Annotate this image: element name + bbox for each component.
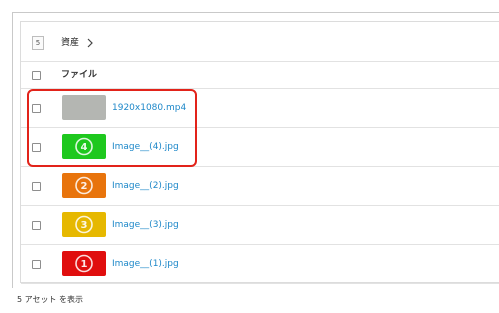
window-top-border <box>12 12 499 13</box>
window-left-border <box>12 12 13 288</box>
file-thumbnail[interactable] <box>62 95 106 120</box>
file-name-link[interactable]: Image__(4).jpg <box>112 140 179 154</box>
breadcrumb-assets-link[interactable]: 資産 <box>61 36 79 50</box>
thumbnail-number: 1 <box>81 259 88 270</box>
row-select-checkbox[interactable] <box>32 182 41 191</box>
file-name-link[interactable]: Image__(2).jpg <box>112 179 179 193</box>
asset-list-panel: 5 資産 ファイル 1920x1080.mp4 4 Image__(4).jpg 2 I… <box>20 21 499 284</box>
table-header-row: ファイル <box>21 62 499 89</box>
file-name-link[interactable]: 1920x1080.mp4 <box>112 101 186 115</box>
number-badge-icon: 1 <box>75 254 93 273</box>
file-column-header[interactable]: ファイル <box>61 69 97 82</box>
thumbnail-number: 2 <box>81 181 88 192</box>
row-select-checkbox[interactable] <box>32 260 41 269</box>
file-thumbnail[interactable]: 2 <box>62 173 106 198</box>
number-badge-icon: 4 <box>75 137 93 156</box>
row-select-checkbox[interactable] <box>32 104 41 113</box>
thumbnail-number: 4 <box>81 142 88 153</box>
asset-count-footer: 5 アセット を表示 <box>17 295 84 304</box>
table-row[interactable]: 3 Image__(3).jpg <box>21 206 499 245</box>
table-row[interactable]: 4 Image__(4).jpg <box>21 128 499 167</box>
file-name-link[interactable]: Image__(1).jpg <box>112 257 179 271</box>
file-thumbnail[interactable]: 3 <box>62 212 106 237</box>
table-row[interactable]: 1920x1080.mp4 <box>21 89 499 128</box>
file-thumbnail[interactable]: 4 <box>62 134 106 159</box>
file-name-link[interactable]: Image__(3).jpg <box>112 218 179 232</box>
row-select-checkbox[interactable] <box>32 143 41 152</box>
file-thumbnail[interactable]: 1 <box>62 251 106 276</box>
table-row[interactable]: 1 Image__(1).jpg <box>21 245 499 284</box>
number-badge-icon: 2 <box>75 176 93 195</box>
table-row[interactable]: 2 Image__(2).jpg <box>21 167 499 206</box>
asset-count-badge: 5 <box>32 36 44 50</box>
number-badge-icon: 3 <box>75 215 93 234</box>
breadcrumb: 5 資産 <box>21 22 499 62</box>
chevron-right-icon <box>87 38 93 48</box>
select-all-checkbox[interactable] <box>32 71 41 80</box>
thumbnail-number: 3 <box>81 220 88 231</box>
row-select-checkbox[interactable] <box>32 221 41 230</box>
